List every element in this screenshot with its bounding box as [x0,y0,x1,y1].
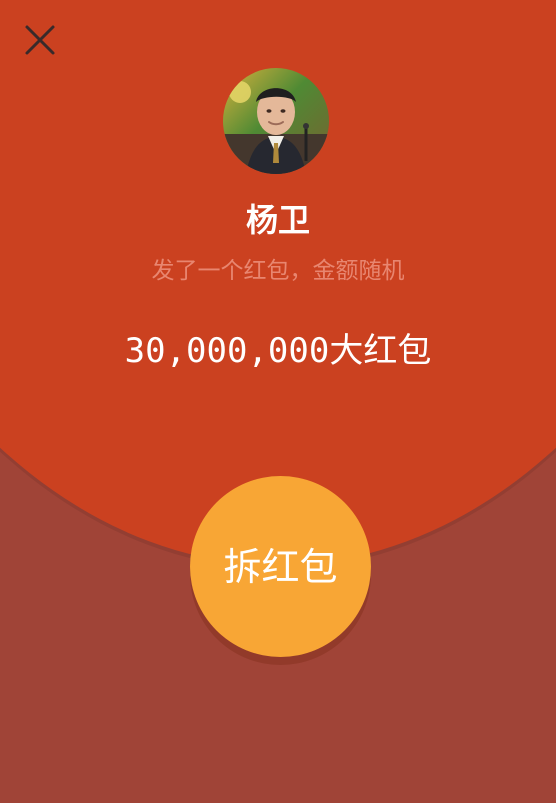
red-packet-message: 发了一个红包，金额随机 [151,258,405,284]
open-red-packet-button[interactable]: 拆红包 [190,476,371,657]
close-icon [25,25,55,55]
open-red-packet-label: 拆红包 [223,544,338,589]
red-packet-modal: 杨卫 发了一个红包，金额随机 30,000,000大红包 拆红包 [0,0,556,803]
sender-avatar [223,68,329,174]
sender-name: 杨卫 [245,201,310,239]
avatar-image [223,68,329,174]
close-button[interactable] [20,20,60,60]
red-packet-amount: 30,000,000大红包 [124,331,432,371]
